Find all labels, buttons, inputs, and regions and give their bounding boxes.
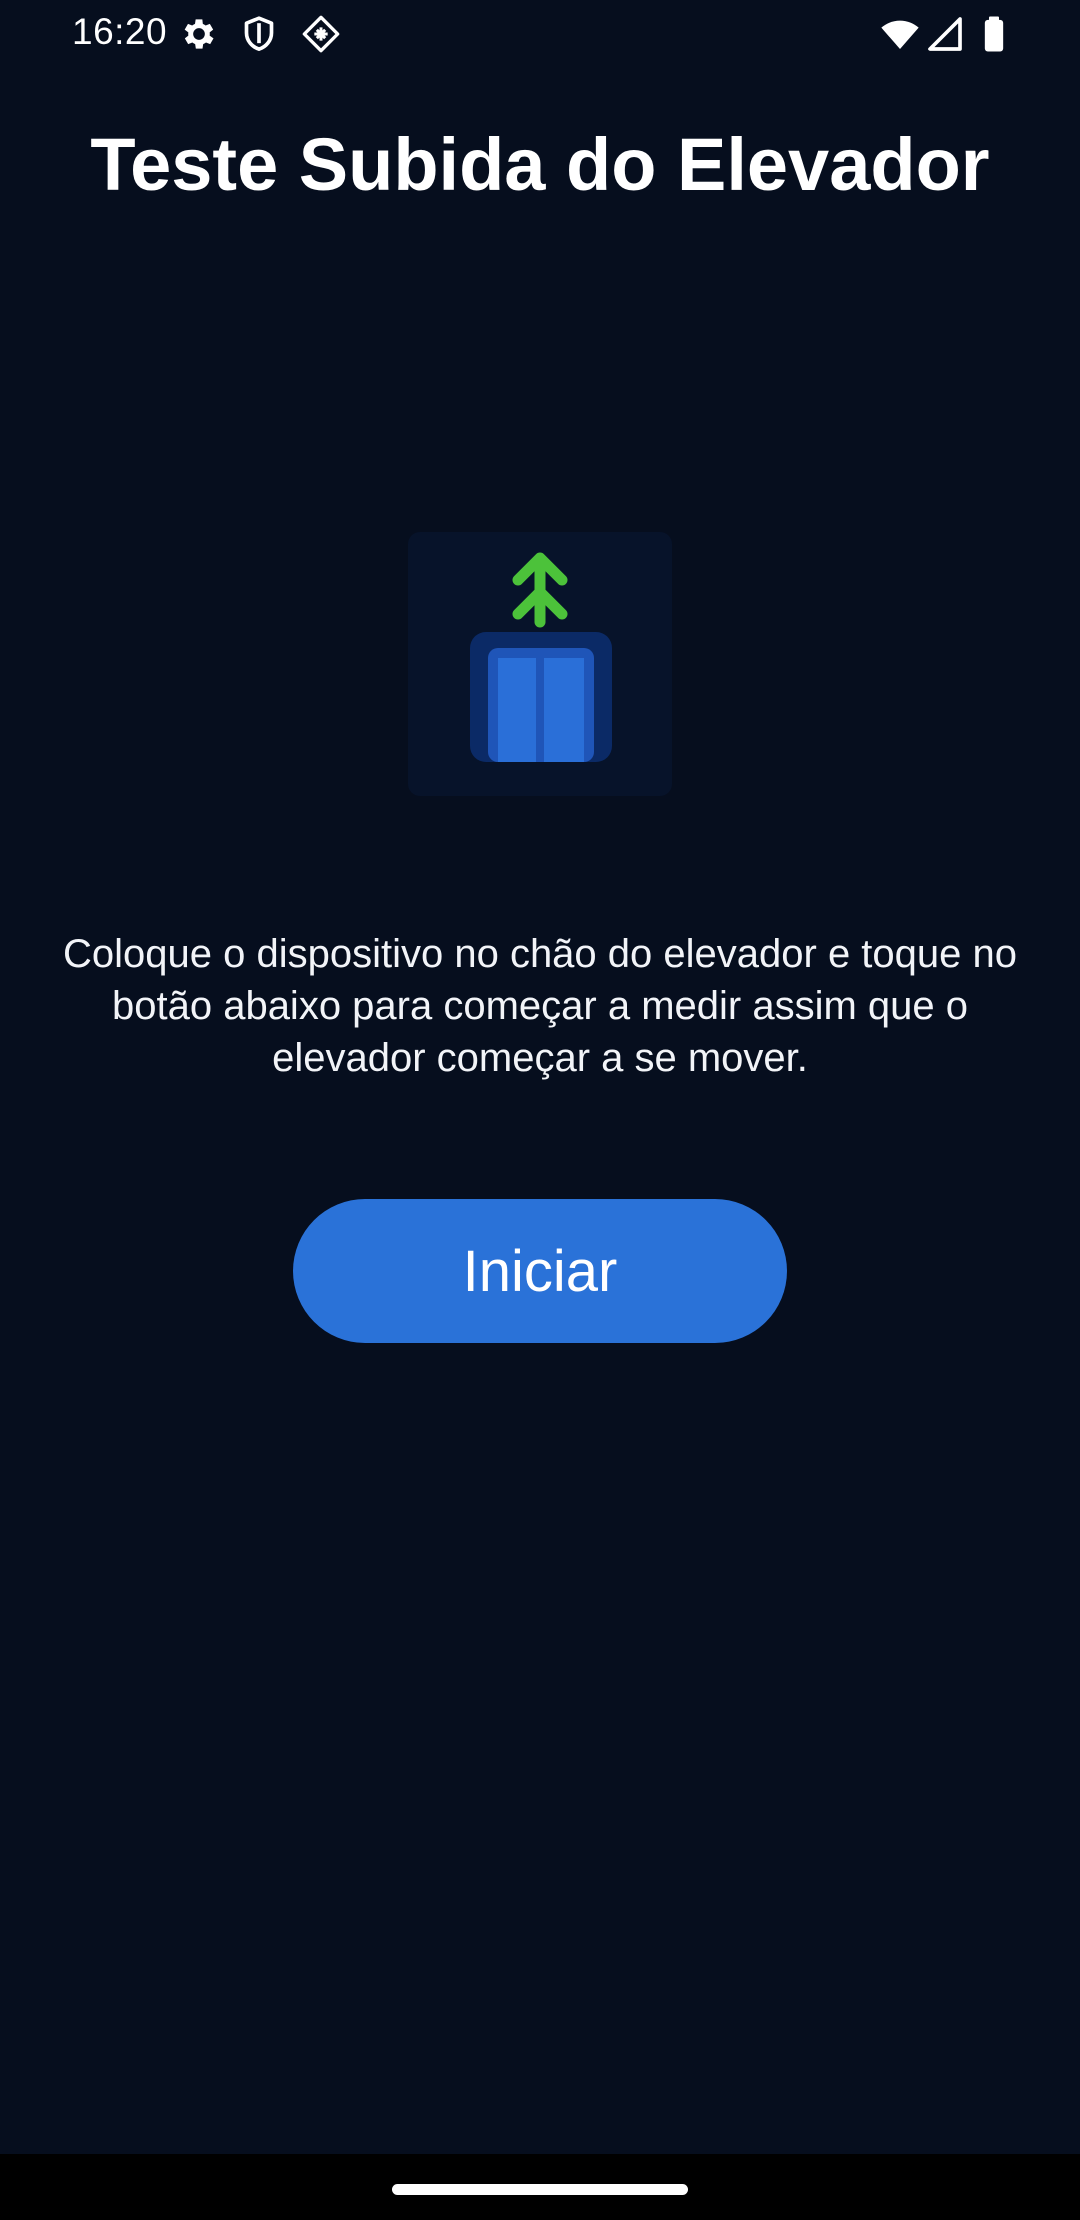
shield-icon — [239, 14, 279, 54]
instructions-text: Coloque o dispositivo no chão do elevado… — [62, 932, 1018, 1080]
home-gesture-handle[interactable] — [392, 2184, 688, 2195]
status-time: 16:20 — [72, 11, 168, 52]
battery-icon — [974, 14, 1014, 54]
status-bar: 16:20 — [0, 0, 1080, 66]
navigation-bar — [0, 2154, 1080, 2220]
cube-icon — [301, 14, 341, 54]
gear-icon — [179, 14, 219, 54]
cellular-signal-icon — [925, 14, 965, 54]
start-button[interactable]: Iniciar — [293, 1199, 787, 1343]
elevator-up-icon — [408, 532, 672, 796]
page-title: Teste Subida do Elevador — [90, 123, 990, 206]
wifi-icon — [880, 14, 920, 54]
